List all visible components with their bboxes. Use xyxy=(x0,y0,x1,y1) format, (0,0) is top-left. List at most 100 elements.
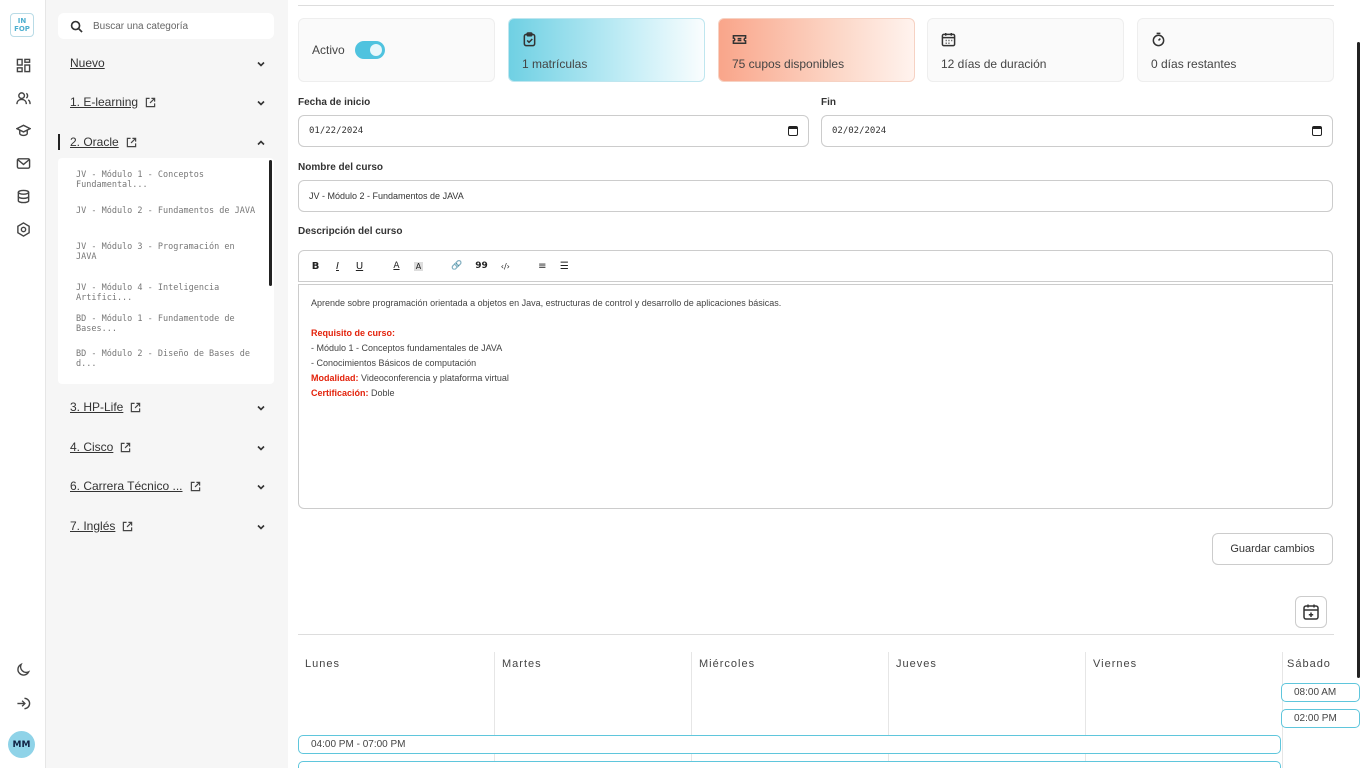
category-label[interactable]: 6. Carrera Técnico ... xyxy=(70,479,183,493)
code-button[interactable]: ‹/› xyxy=(501,262,510,271)
chevron-down-icon[interactable] xyxy=(256,481,266,491)
seats-card: 75 cupos disponibles xyxy=(718,18,915,82)
category-cisco[interactable]: 4. Cisco xyxy=(70,438,266,456)
chevron-up-icon[interactable] xyxy=(256,137,266,147)
course-name-input[interactable]: JV - Módulo 2 - Fundamentos de JAVA xyxy=(298,180,1333,212)
ordered-list-button[interactable]: ≡ xyxy=(538,261,547,272)
requirement-item: - Conocimientos Básicos de computación xyxy=(311,358,477,368)
category-search-input[interactable] xyxy=(93,20,263,32)
schedule-slot[interactable] xyxy=(298,761,1281,768)
category-label[interactable]: 4. Cisco xyxy=(70,440,113,454)
certification-value: Doble xyxy=(371,388,395,398)
ticket-icon xyxy=(732,32,748,48)
mail-icon[interactable] xyxy=(14,154,32,172)
calendar-picker-icon[interactable] xyxy=(788,126,798,136)
category-label[interactable]: Nuevo xyxy=(70,56,105,70)
course-item[interactable]: BD - Módulo 2 - Diseño de Bases de d... xyxy=(76,349,260,369)
category-label[interactable]: 7. Inglés xyxy=(70,519,115,533)
schedule-divider xyxy=(298,634,1334,635)
chevron-down-icon[interactable] xyxy=(256,58,266,68)
category-search[interactable] xyxy=(58,13,274,39)
graduation-cap-icon[interactable] xyxy=(14,121,32,139)
schedule-slot[interactable]: 08:00 AM xyxy=(1281,683,1360,702)
text-color-button[interactable]: A xyxy=(392,261,401,271)
calendar-picker-icon[interactable] xyxy=(1312,126,1322,136)
requirement-label: Requisito de curso: xyxy=(311,328,396,338)
logout-icon[interactable] xyxy=(14,694,32,712)
certification-label: Certificación: xyxy=(311,388,369,398)
category-e-learning[interactable]: 1. E-learning xyxy=(70,93,266,111)
category-label[interactable]: 3. HP-Life xyxy=(70,400,123,414)
category-ingles[interactable]: 7. Inglés xyxy=(70,517,266,535)
external-link-icon[interactable] xyxy=(190,481,201,492)
save-changes-button[interactable]: Guardar cambios xyxy=(1212,533,1333,565)
day-label: Martes xyxy=(502,658,542,670)
user-avatar[interactable]: MM xyxy=(8,731,35,758)
category-nuevo[interactable]: Nuevo xyxy=(70,54,266,72)
external-link-icon[interactable] xyxy=(122,521,133,532)
chevron-down-icon[interactable] xyxy=(256,402,266,412)
icon-rail: IN FOP MM xyxy=(0,0,46,768)
add-schedule-button[interactable] xyxy=(1295,596,1327,628)
course-list-scrollbar[interactable] xyxy=(269,160,272,286)
day-label: Miércoles xyxy=(699,658,756,670)
schedule-slot[interactable]: 02:00 PM xyxy=(1281,709,1360,728)
italic-button[interactable]: I xyxy=(333,261,342,272)
remaining-card: 0 días restantes xyxy=(1137,18,1334,82)
underline-button[interactable]: U xyxy=(355,261,364,272)
day-label: Lunes xyxy=(305,658,340,670)
database-icon[interactable] xyxy=(14,187,32,205)
divider xyxy=(298,5,1334,6)
category-hp-life[interactable]: 3. HP-Life xyxy=(70,398,266,416)
end-date-input[interactable]: 02/02/2024 xyxy=(821,115,1333,147)
link-button[interactable]: 🔗 xyxy=(451,261,462,271)
start-date-label: Fecha de inicio xyxy=(298,97,371,108)
moon-icon[interactable] xyxy=(14,660,32,678)
course-item[interactable]: JV - Módulo 3 - Programación en JAVA xyxy=(76,242,260,262)
duration-card: 12 días de duración xyxy=(927,18,1124,82)
calendar-plus-icon xyxy=(1303,604,1319,620)
calendar-icon xyxy=(941,32,957,48)
requirement-item: - Módulo 1 - Conceptos fundamentales de … xyxy=(311,343,503,353)
active-toggle[interactable] xyxy=(354,41,385,59)
category-oracle[interactable]: 2. Oracle xyxy=(70,133,266,151)
modality-value: Videoconferencia y plataforma virtual xyxy=(361,373,509,383)
background-color-button[interactable]: A xyxy=(414,261,423,271)
course-item[interactable]: JV - Módulo 1 - Conceptos Fundamental... xyxy=(76,170,260,190)
category-label[interactable]: 1. E-learning xyxy=(70,95,138,109)
chevron-down-icon[interactable] xyxy=(256,521,266,531)
quote-button[interactable]: 99 xyxy=(475,261,488,271)
external-link-icon[interactable] xyxy=(145,97,156,108)
schedule-slot[interactable]: 04:00 PM - 07:00 PM xyxy=(298,735,1281,754)
description-label: Descripción del curso xyxy=(298,226,403,237)
category-label[interactable]: 2. Oracle xyxy=(70,135,119,149)
external-link-icon[interactable] xyxy=(126,137,137,148)
description-editor[interactable]: Aprende sobre programación orientada a o… xyxy=(298,284,1333,509)
end-date-value: 02/02/2024 xyxy=(832,126,887,136)
chevron-down-icon[interactable] xyxy=(256,97,266,107)
app-logo[interactable]: IN FOP xyxy=(10,13,34,37)
active-label: Activo xyxy=(312,43,345,57)
seats-available: 75 cupos disponibles xyxy=(732,57,845,71)
start-date-input[interactable]: 01/22/2024 xyxy=(298,115,809,147)
dashboard-icon[interactable] xyxy=(14,56,32,74)
category-carrera-tecnico[interactable]: 6. Carrera Técnico ... xyxy=(70,477,266,495)
enrollments-card: 1 matrículas xyxy=(508,18,705,82)
course-item[interactable]: JV - Módulo 4 - Inteligencia Artifici... xyxy=(76,283,260,303)
bullet-list-button[interactable]: ☰ xyxy=(560,261,569,272)
course-item[interactable]: JV - Módulo 2 - Fundamentos de JAVA xyxy=(76,206,260,216)
settings-icon[interactable] xyxy=(14,220,32,238)
external-link-icon[interactable] xyxy=(130,402,141,413)
day-label: Jueves xyxy=(896,658,937,670)
active-category-indicator xyxy=(58,134,60,150)
users-icon[interactable] xyxy=(14,89,32,107)
external-link-icon[interactable] xyxy=(120,442,131,453)
days-remaining: 0 días restantes xyxy=(1151,57,1237,71)
day-label: Sábado xyxy=(1287,658,1331,670)
course-duration: 12 días de duración xyxy=(941,57,1047,71)
chevron-down-icon[interactable] xyxy=(256,442,266,452)
day-label: Viernes xyxy=(1093,658,1138,670)
course-item[interactable]: BD - Módulo 1 - Fundamentode de Bases... xyxy=(76,314,260,334)
bold-button[interactable]: B xyxy=(311,261,320,272)
description-intro: Aprende sobre programación orientada a o… xyxy=(311,298,782,308)
